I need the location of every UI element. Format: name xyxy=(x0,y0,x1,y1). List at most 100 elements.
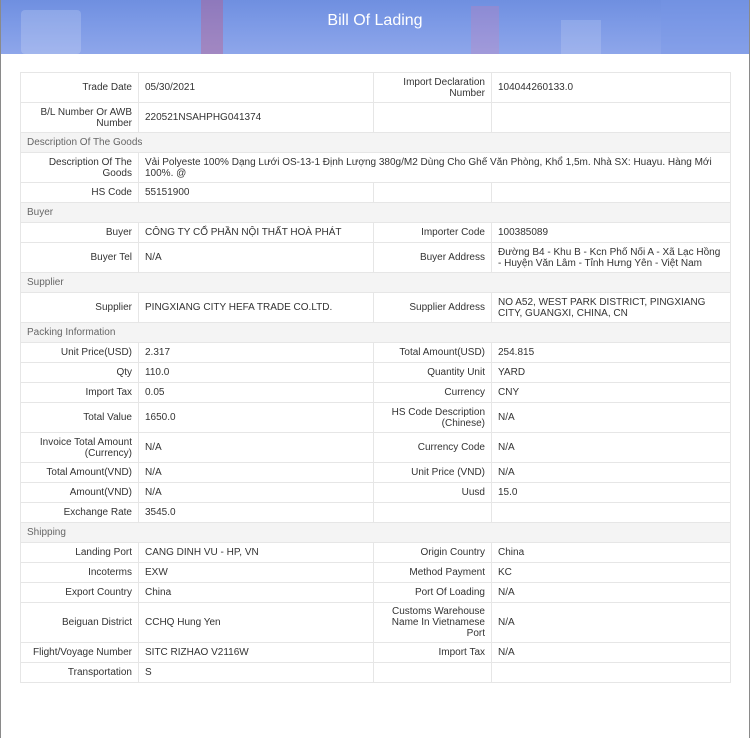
section-header: Packing Information xyxy=(20,322,731,343)
section-title: Supplier xyxy=(20,272,731,293)
port-of-loading-value: N/A xyxy=(491,582,731,603)
field-label: Total Value xyxy=(20,402,139,433)
buyer-value: CÔNG TY CỔ PHẦN NỘI THẤT HOÀ PHÁT xyxy=(138,222,374,243)
trade-date-value: 05/30/2021 xyxy=(138,72,374,103)
currency-value: CNY xyxy=(491,382,731,403)
table-row: Amount(VND) N/A Uusd 15.0 xyxy=(20,482,731,503)
section-title: Packing Information xyxy=(20,322,731,343)
table-row: Qty 110.0 Quantity Unit YARD xyxy=(20,362,731,383)
beiguan-district-value: CCHQ Hung Yen xyxy=(138,602,374,643)
section-header: Supplier xyxy=(20,272,731,293)
currency-code-value: N/A xyxy=(491,432,731,463)
bill-details: Trade Date 05/30/2021 Import Declaration… xyxy=(20,72,731,683)
table-row: Supplier PINGXIANG CITY HEFA TRADE CO.LT… xyxy=(20,292,731,323)
table-row: Transportation S xyxy=(20,662,731,683)
section-header: Buyer xyxy=(20,202,731,223)
goods-description-value: Vải Polyeste 100% Dạng Lưới OS-13-1 Định… xyxy=(138,152,731,183)
table-row: Invoice Total Amount (Currency) N/A Curr… xyxy=(20,432,731,463)
field-label: Buyer Address xyxy=(373,242,492,273)
import-declaration-value: 104044260133.0 xyxy=(491,72,731,103)
total-amount-usd-value: 254.815 xyxy=(491,342,731,363)
field-label: Buyer Tel xyxy=(20,242,139,273)
invoice-total-value: N/A xyxy=(138,432,374,463)
field-label: Quantity Unit xyxy=(373,362,492,383)
total-value-value: 1650.0 xyxy=(138,402,374,433)
field-label: Flight/Voyage Number xyxy=(20,642,139,663)
table-row: Description Of The Goods Vải Polyeste 10… xyxy=(20,152,731,183)
table-row: Buyer CÔNG TY CỔ PHẦN NỘI THẤT HOÀ PHÁT … xyxy=(20,222,731,243)
field-label: Uusd xyxy=(373,482,492,503)
incoterms-value: EXW xyxy=(138,562,374,583)
modal-header: Bill Of Lading xyxy=(1,0,749,54)
uusd-value: 15.0 xyxy=(491,482,731,503)
field-label: Trade Date xyxy=(20,72,139,103)
field-label: Import Tax xyxy=(373,642,492,663)
table-row: Export Country China Port Of Loading N/A xyxy=(20,582,731,603)
origin-country-value: China xyxy=(491,542,731,563)
amount-vnd-value: N/A xyxy=(138,482,374,503)
table-row: B/L Number Or AWB Number 220521NSAHPHG04… xyxy=(20,102,731,133)
section-title: Description Of The Goods xyxy=(20,132,731,153)
empty-cell xyxy=(373,502,492,523)
field-label: HS Code xyxy=(20,182,139,203)
section-title: Shipping xyxy=(20,522,731,543)
shipping-import-tax-value: N/A xyxy=(491,642,731,663)
empty-cell xyxy=(491,182,731,203)
bill-of-lading-modal: Bill Of Lading Trade Date 05/30/2021 Imp… xyxy=(1,0,749,738)
flight-voyage-value: SITC RIZHAO V2116W xyxy=(138,642,374,663)
field-label: Supplier Address xyxy=(373,292,492,323)
field-label: Currency xyxy=(373,382,492,403)
supplier-address-value: NO A52, WEST PARK DISTRICT, PINGXIANG CI… xyxy=(491,292,731,323)
field-label: Unit Price (VND) xyxy=(373,462,492,483)
transportation-value: S xyxy=(138,662,374,683)
field-label: Port Of Loading xyxy=(373,582,492,603)
field-label: Import Declaration Number xyxy=(373,72,492,103)
table-row: Total Amount(VND) N/A Unit Price (VND) N… xyxy=(20,462,731,483)
buyer-tel-value: N/A xyxy=(138,242,374,273)
field-label: Import Tax xyxy=(20,382,139,403)
field-label: Method Payment xyxy=(373,562,492,583)
table-row: Beiguan District CCHQ Hung Yen Customs W… xyxy=(20,602,731,643)
field-label: Buyer xyxy=(20,222,139,243)
buyer-address-value: Đường B4 - Khu B - Kcn Phố Nối A - Xã Lạ… xyxy=(491,242,731,273)
hs-description-chinese-value: N/A xyxy=(491,402,731,433)
field-label: Landing Port xyxy=(20,542,139,563)
table-row: Landing Port CANG DINH VU - HP, VN Origi… xyxy=(20,542,731,563)
total-amount-vnd-value: N/A xyxy=(138,462,374,483)
field-label: Qty xyxy=(20,362,139,383)
quantity-unit-value: YARD xyxy=(491,362,731,383)
details-table: Trade Date 05/30/2021 Import Declaration… xyxy=(20,72,731,683)
table-row: Import Tax 0.05 Currency CNY xyxy=(20,382,731,403)
table-row: Exchange Rate 3545.0 xyxy=(20,502,731,523)
field-label: Unit Price(USD) xyxy=(20,342,139,363)
unit-price-vnd-value: N/A xyxy=(491,462,731,483)
empty-cell xyxy=(373,182,492,203)
field-label: HS Code Description (Chinese) xyxy=(373,402,492,433)
empty-cell xyxy=(491,662,731,683)
field-label: Export Country xyxy=(20,582,139,603)
method-payment-value: KC xyxy=(491,562,731,583)
table-row: Unit Price(USD) 2.317 Total Amount(USD) … xyxy=(20,342,731,363)
field-label: Total Amount(VND) xyxy=(20,462,139,483)
field-label: Total Amount(USD) xyxy=(373,342,492,363)
empty-cell xyxy=(373,102,492,133)
field-label: Importer Code xyxy=(373,222,492,243)
modal-title: Bill Of Lading xyxy=(327,12,423,29)
empty-cell xyxy=(491,102,731,133)
empty-cell xyxy=(373,662,492,683)
table-row: Buyer Tel N/A Buyer Address Đường B4 - K… xyxy=(20,242,731,273)
import-tax-value: 0.05 xyxy=(138,382,374,403)
field-label: Transportation xyxy=(20,662,139,683)
exchange-rate-value: 3545.0 xyxy=(138,502,374,523)
table-row: Total Value 1650.0 HS Code Description (… xyxy=(20,402,731,433)
field-label: Beiguan District xyxy=(20,602,139,643)
table-row: HS Code 55151900 xyxy=(20,182,731,203)
hs-code-value: 55151900 xyxy=(138,182,374,203)
unit-price-usd-value: 2.317 xyxy=(138,342,374,363)
section-header: Description Of The Goods xyxy=(20,132,731,153)
field-label: Supplier xyxy=(20,292,139,323)
landing-port-value: CANG DINH VU - HP, VN xyxy=(138,542,374,563)
table-row: Trade Date 05/30/2021 Import Declaration… xyxy=(20,72,731,103)
field-label: Amount(VND) xyxy=(20,482,139,503)
table-row: Flight/Voyage Number SITC RIZHAO V2116W … xyxy=(20,642,731,663)
